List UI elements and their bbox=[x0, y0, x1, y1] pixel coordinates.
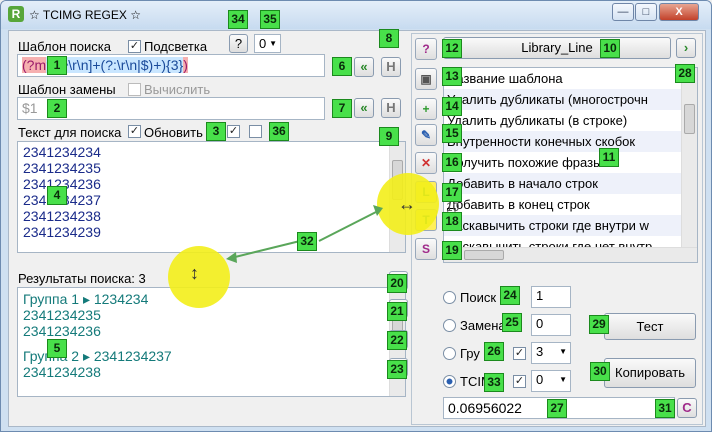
badge: 15 bbox=[442, 124, 462, 143]
badge: 24 bbox=[500, 286, 520, 305]
badge: 5 bbox=[47, 339, 67, 358]
badge: 28 bbox=[675, 64, 695, 83]
badge: 36 bbox=[269, 122, 289, 141]
badge: 6 bbox=[332, 57, 352, 76]
badge: 14 bbox=[442, 97, 462, 116]
badge: 10 bbox=[600, 39, 620, 58]
badge: 13 bbox=[442, 67, 462, 86]
badge: 12 bbox=[442, 39, 462, 58]
badge: 35 bbox=[260, 10, 280, 29]
badge: 16 bbox=[442, 153, 462, 172]
badge: 21 bbox=[387, 302, 407, 321]
badge: 11 bbox=[599, 148, 619, 167]
badge: 25 bbox=[502, 313, 522, 332]
badge: 33 bbox=[484, 373, 504, 392]
badge: 27 bbox=[547, 399, 567, 418]
badge: 2 bbox=[47, 99, 67, 118]
badge: 31 bbox=[655, 399, 675, 418]
badge: 23 bbox=[387, 360, 407, 379]
badge: 34 bbox=[228, 10, 248, 29]
app-window: R ☆ TCIMG REGEX ☆ — □ X ? 0 ▼ Шаблон поис… bbox=[0, 0, 712, 432]
badge: 9 bbox=[379, 127, 399, 146]
badge: 8 bbox=[379, 29, 399, 48]
badge: 4 bbox=[47, 186, 67, 205]
badge: 26 bbox=[484, 342, 504, 361]
badge: 30 bbox=[590, 362, 610, 381]
badge: 32 bbox=[297, 232, 317, 251]
badge: 29 bbox=[589, 315, 609, 334]
badge: 22 bbox=[387, 331, 407, 350]
badge: 19 bbox=[442, 241, 462, 260]
badge: 18 bbox=[442, 212, 462, 231]
badge: 1 bbox=[47, 56, 67, 75]
badge: 7 bbox=[332, 99, 352, 118]
badge: 17 bbox=[442, 183, 462, 202]
badge: 3 bbox=[206, 122, 226, 141]
badge: 20 bbox=[387, 274, 407, 293]
